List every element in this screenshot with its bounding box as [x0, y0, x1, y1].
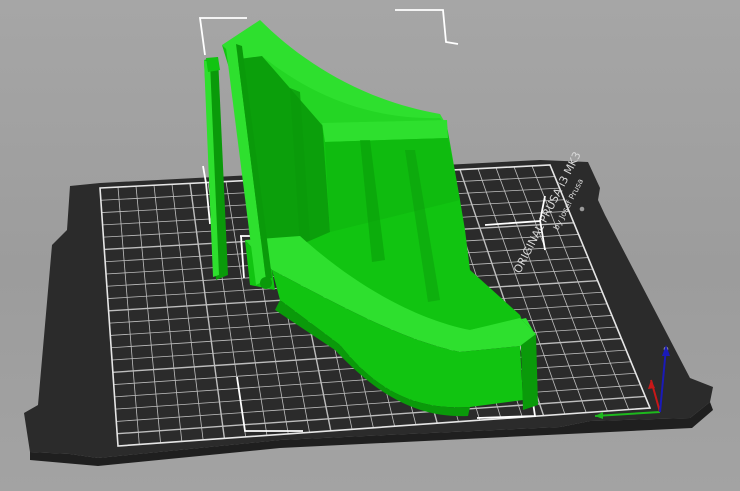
- 3d-viewport[interactable]: ORIGINAL PRUSA i3 MK3 by Josef Prusa: [0, 0, 740, 491]
- 3d-scene[interactable]: ORIGINAL PRUSA i3 MK3 by Josef Prusa: [0, 0, 740, 491]
